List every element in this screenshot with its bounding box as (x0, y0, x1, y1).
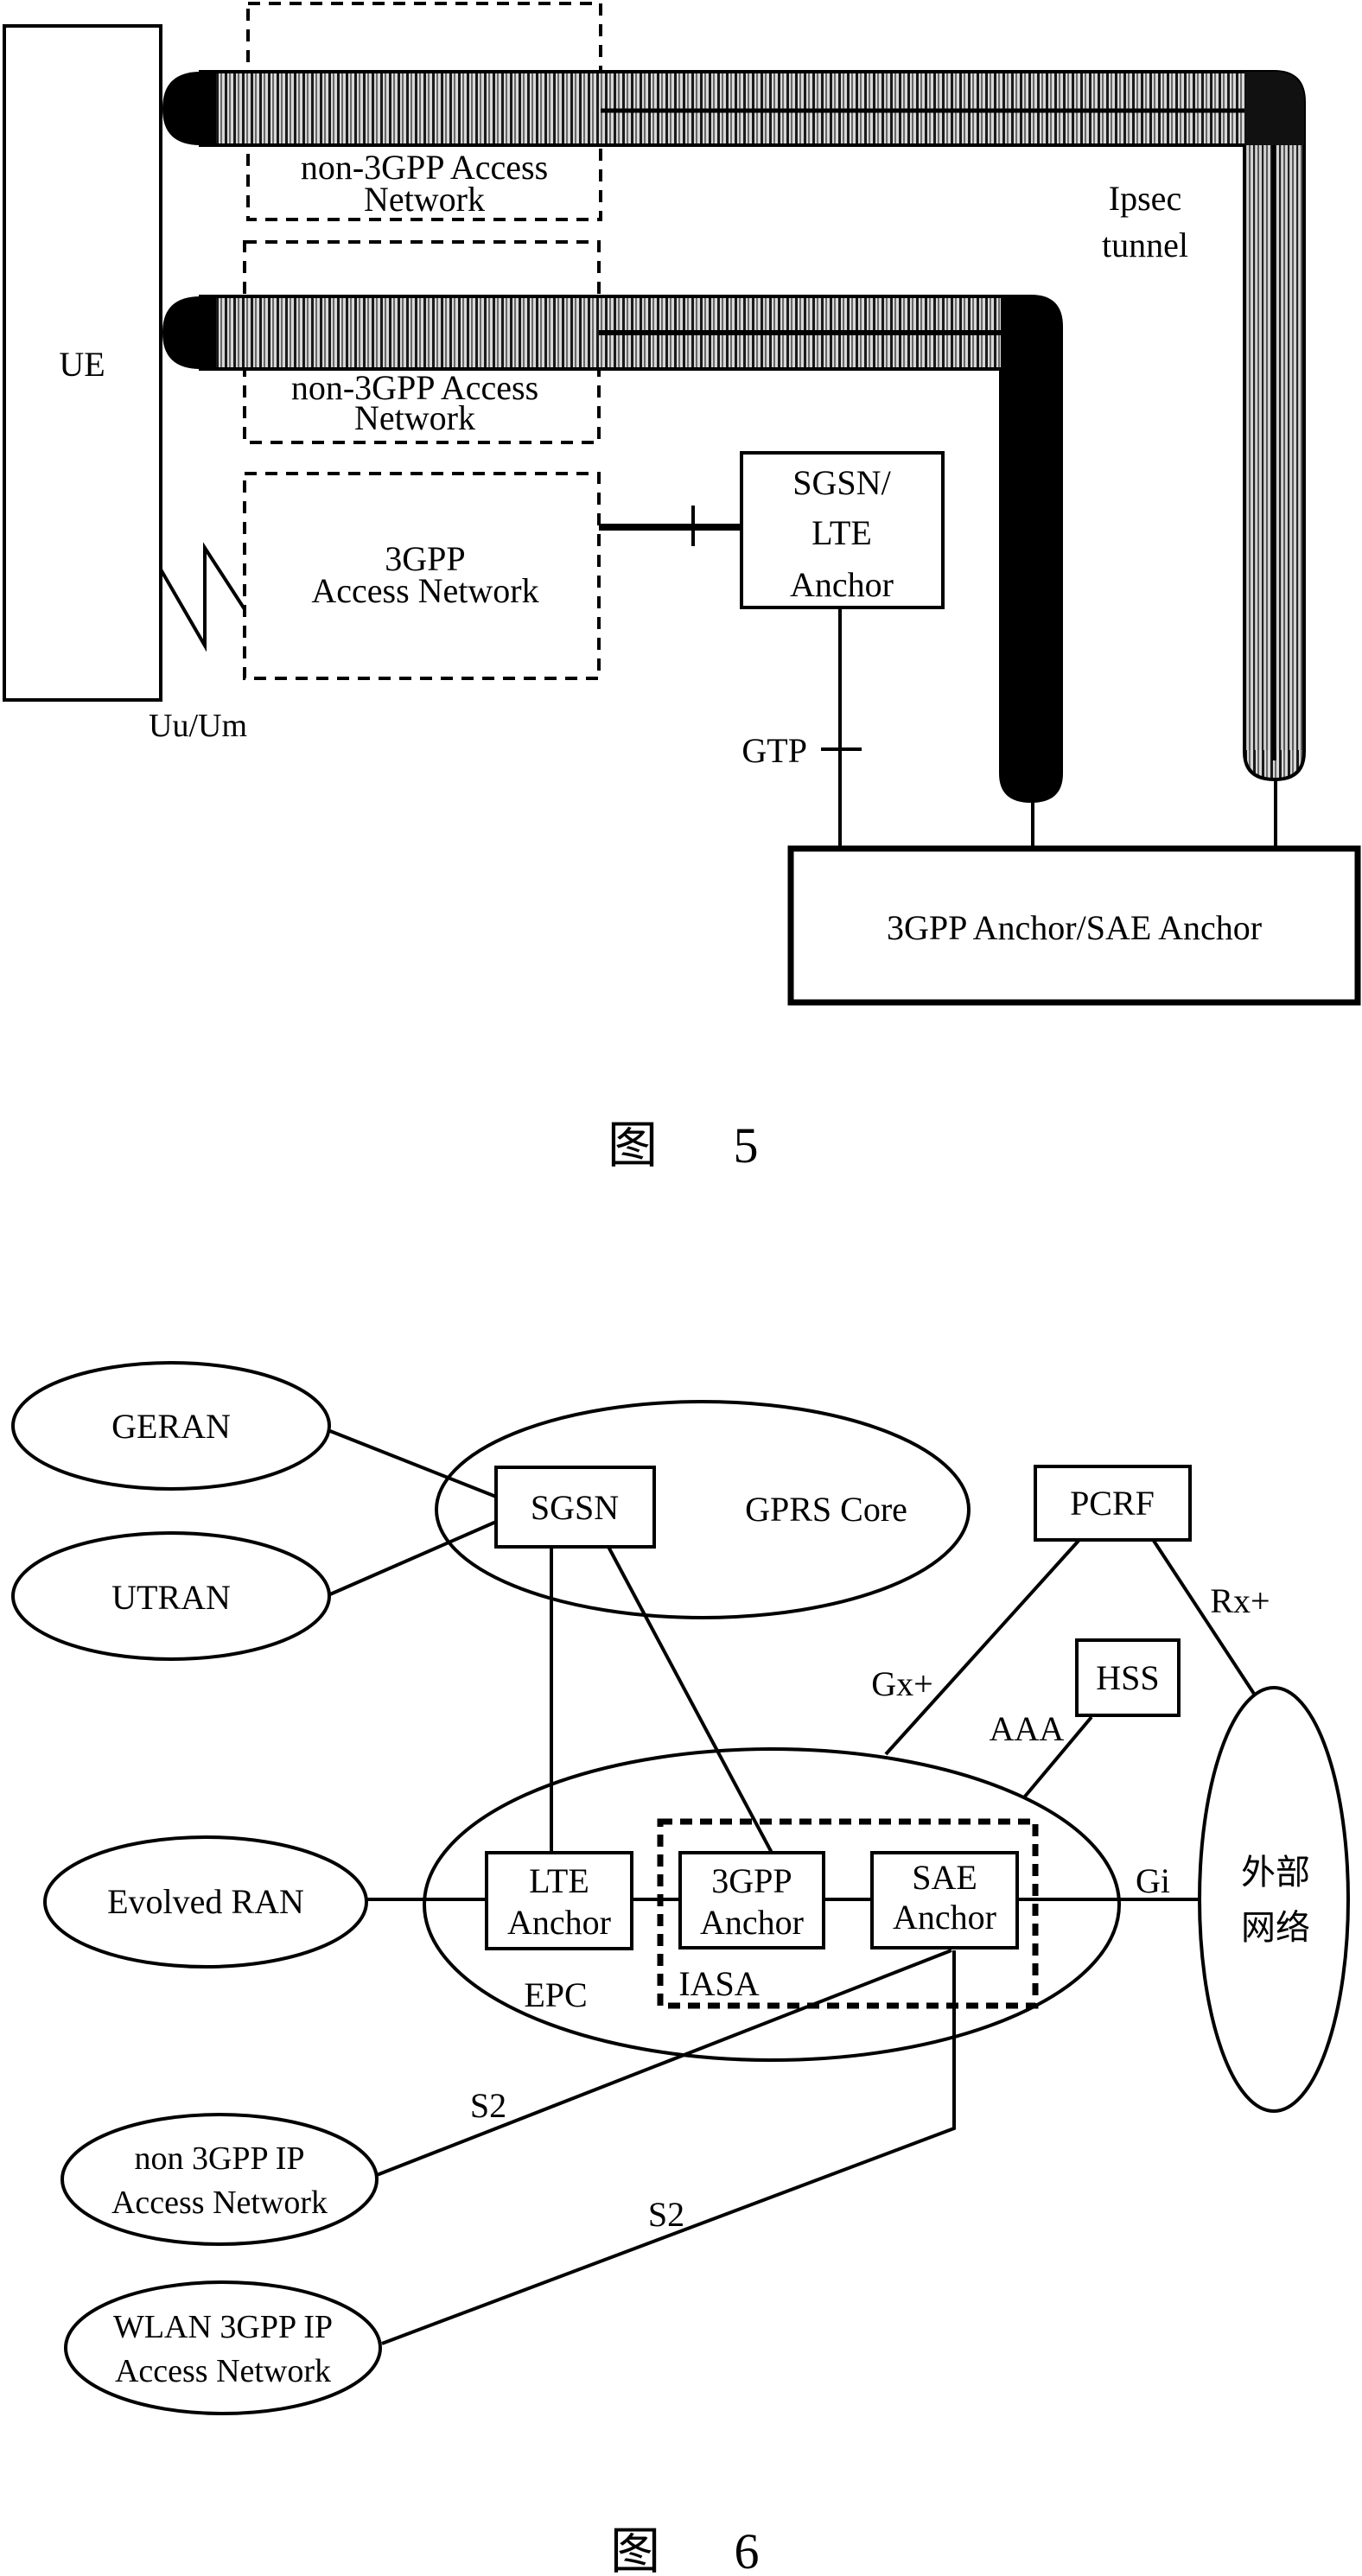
non3gpp-line2: Access Network (111, 2185, 328, 2221)
anchor-label: 3GPP Anchor/SAE Anchor (887, 908, 1262, 947)
utran-sgsn-link (329, 1520, 497, 1596)
figure-6-caption: 图 6 (610, 2523, 760, 2576)
ipsec-label-line2: tunnel (1102, 226, 1188, 264)
figure-5-caption-number: 5 (734, 1117, 759, 1174)
gi-label: Gi (1136, 1861, 1170, 1900)
figure-5-caption: 图 5 (608, 1117, 759, 1174)
s2-label-a: S2 (470, 2086, 506, 2125)
epc-label: EPC (524, 1975, 587, 2014)
evolved-ran-node: Evolved RAN (43, 1835, 368, 1969)
access-network-1-line2: Network (364, 180, 485, 219)
ue-node: UE (3, 24, 162, 702)
external-network-line2: 网络 (1241, 1908, 1310, 1947)
non3gpp-line1: non 3GPP IP (134, 2140, 304, 2177)
hss-node: HSS (1075, 1638, 1181, 1717)
lte-anchor-line2: Anchor (507, 1903, 611, 1942)
sgsn-3gpp-anchor-link (607, 1546, 773, 1854)
utran-node: UTRAN (11, 1531, 331, 1661)
access-network-3gpp: 3GPP Access Network (243, 472, 601, 680)
access-network-3gpp-line2: Access Network (311, 571, 538, 610)
figure-6-caption-prefix: 图 (610, 2523, 660, 2576)
hss-label: HSS (1096, 1658, 1159, 1697)
figure-6-caption-number: 6 (735, 2523, 760, 2576)
s2-wlan-link (381, 1950, 956, 2345)
lte-anchor-node: LTE Anchor (485, 1851, 633, 1950)
sgsn-lte-line1: SGSN/ (792, 463, 891, 502)
figure-5-caption-prefix: 图 (608, 1117, 658, 1174)
external-network-line1: 外部 (1241, 1853, 1310, 1892)
3gpp-anchor-line1: 3GPP (711, 1861, 792, 1900)
patent-figures: UE non-3GPP Access Network non-3GPP Acce… (3, 2, 1361, 2576)
wlan-line1: WLAN 3GPP IP (113, 2309, 333, 2345)
sae-anchor-node: SAE Anchor (870, 1851, 1019, 1949)
s2-non3gpp-link (376, 1949, 952, 2177)
iasa-label: IASA (678, 1964, 759, 2003)
access-network-2-line2: Network (354, 398, 475, 437)
aaa-label: AAA (990, 1709, 1065, 1748)
radio-link-zigzag (159, 542, 246, 652)
external-network-node: 外部 网络 (1198, 1686, 1350, 2113)
wlan-ip-access-node: WLAN 3GPP IP Access Network (64, 2280, 382, 2415)
ue-label: UE (59, 345, 105, 384)
sgsn-lte-line3: Anchor (790, 565, 894, 604)
pcrf-label: PCRF (1070, 1484, 1155, 1523)
lte-anchor-line1: LTE (529, 1861, 589, 1900)
gtp-label: GTP (741, 731, 807, 770)
sgsn-lte-anchor-node: SGSN/ LTE Anchor (740, 451, 945, 609)
uu-um-label: Uu/Um (149, 708, 247, 744)
sgsn-node: SGSN (494, 1466, 656, 1549)
s2-label-b: S2 (648, 2195, 684, 2234)
sae-anchor-line2: Anchor (893, 1898, 996, 1937)
ipsec-label-line1: Ipsec (1109, 179, 1181, 218)
geran-label: GERAN (111, 1407, 231, 1446)
evolved-ran-label: Evolved RAN (107, 1882, 304, 1921)
sae-anchor-line1: SAE (912, 1858, 977, 1897)
3gpp-anchor-node: 3GPP Anchor (678, 1851, 825, 1949)
pcrf-node: PCRF (1034, 1465, 1192, 1542)
gx-label: Gx+ (871, 1664, 932, 1703)
rx-label: Rx+ (1210, 1581, 1270, 1620)
wlan-line2: Access Network (115, 2353, 331, 2389)
sgsn-label: SGSN (531, 1488, 619, 1527)
anchor-node: 3GPP Anchor/SAE Anchor (787, 845, 1361, 1006)
geran-sgsn-link (329, 1429, 497, 1498)
gprs-core-label: GPRS Core (745, 1490, 907, 1529)
3gpp-anchor-line2: Anchor (700, 1903, 804, 1942)
geran-node: GERAN (11, 1361, 331, 1491)
figure-6: GERAN UTRAN GPRS Core Evolved RAN EPC no… (11, 1361, 1350, 2576)
non3gpp-ip-access-node: non 3GPP IP Access Network (60, 2113, 379, 2246)
utran-label: UTRAN (111, 1578, 231, 1617)
figure-5: UE non-3GPP Access Network non-3GPP Acce… (3, 2, 1361, 1174)
sgsn-lte-line2: LTE (811, 513, 872, 552)
